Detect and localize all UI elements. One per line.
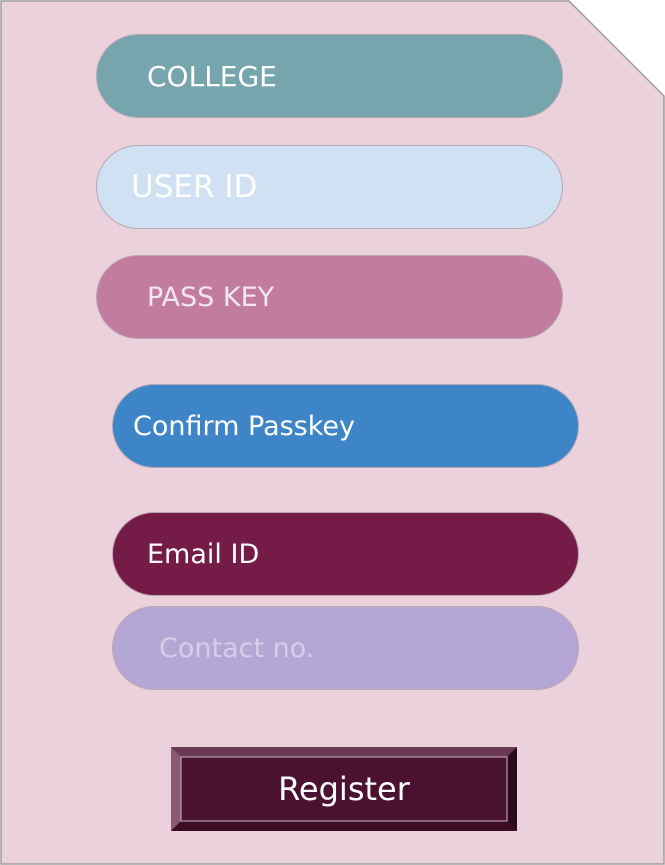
confirm-passkey-field[interactable]: Confirm Passkey <box>112 384 579 468</box>
form-sheet: COLLEGE USER ID PASS KEY Confirm Passkey… <box>0 0 665 865</box>
passkey-field[interactable]: PASS KEY <box>96 255 563 339</box>
contact-no-label: Contact no. <box>159 632 315 664</box>
email-id-field[interactable]: Email ID <box>112 512 579 596</box>
email-id-label: Email ID <box>147 538 260 570</box>
user-id-field[interactable]: USER ID <box>96 145 563 229</box>
contact-no-field[interactable]: Contact no. <box>112 606 579 690</box>
college-label: COLLEGE <box>147 59 277 93</box>
register-label: Register <box>278 770 410 808</box>
user-id-label: USER ID <box>131 169 258 205</box>
college-field[interactable]: COLLEGE <box>96 34 563 118</box>
register-button[interactable]: Register <box>171 747 517 831</box>
passkey-label: PASS KEY <box>147 281 275 313</box>
confirm-passkey-label: Confirm Passkey <box>133 410 356 442</box>
